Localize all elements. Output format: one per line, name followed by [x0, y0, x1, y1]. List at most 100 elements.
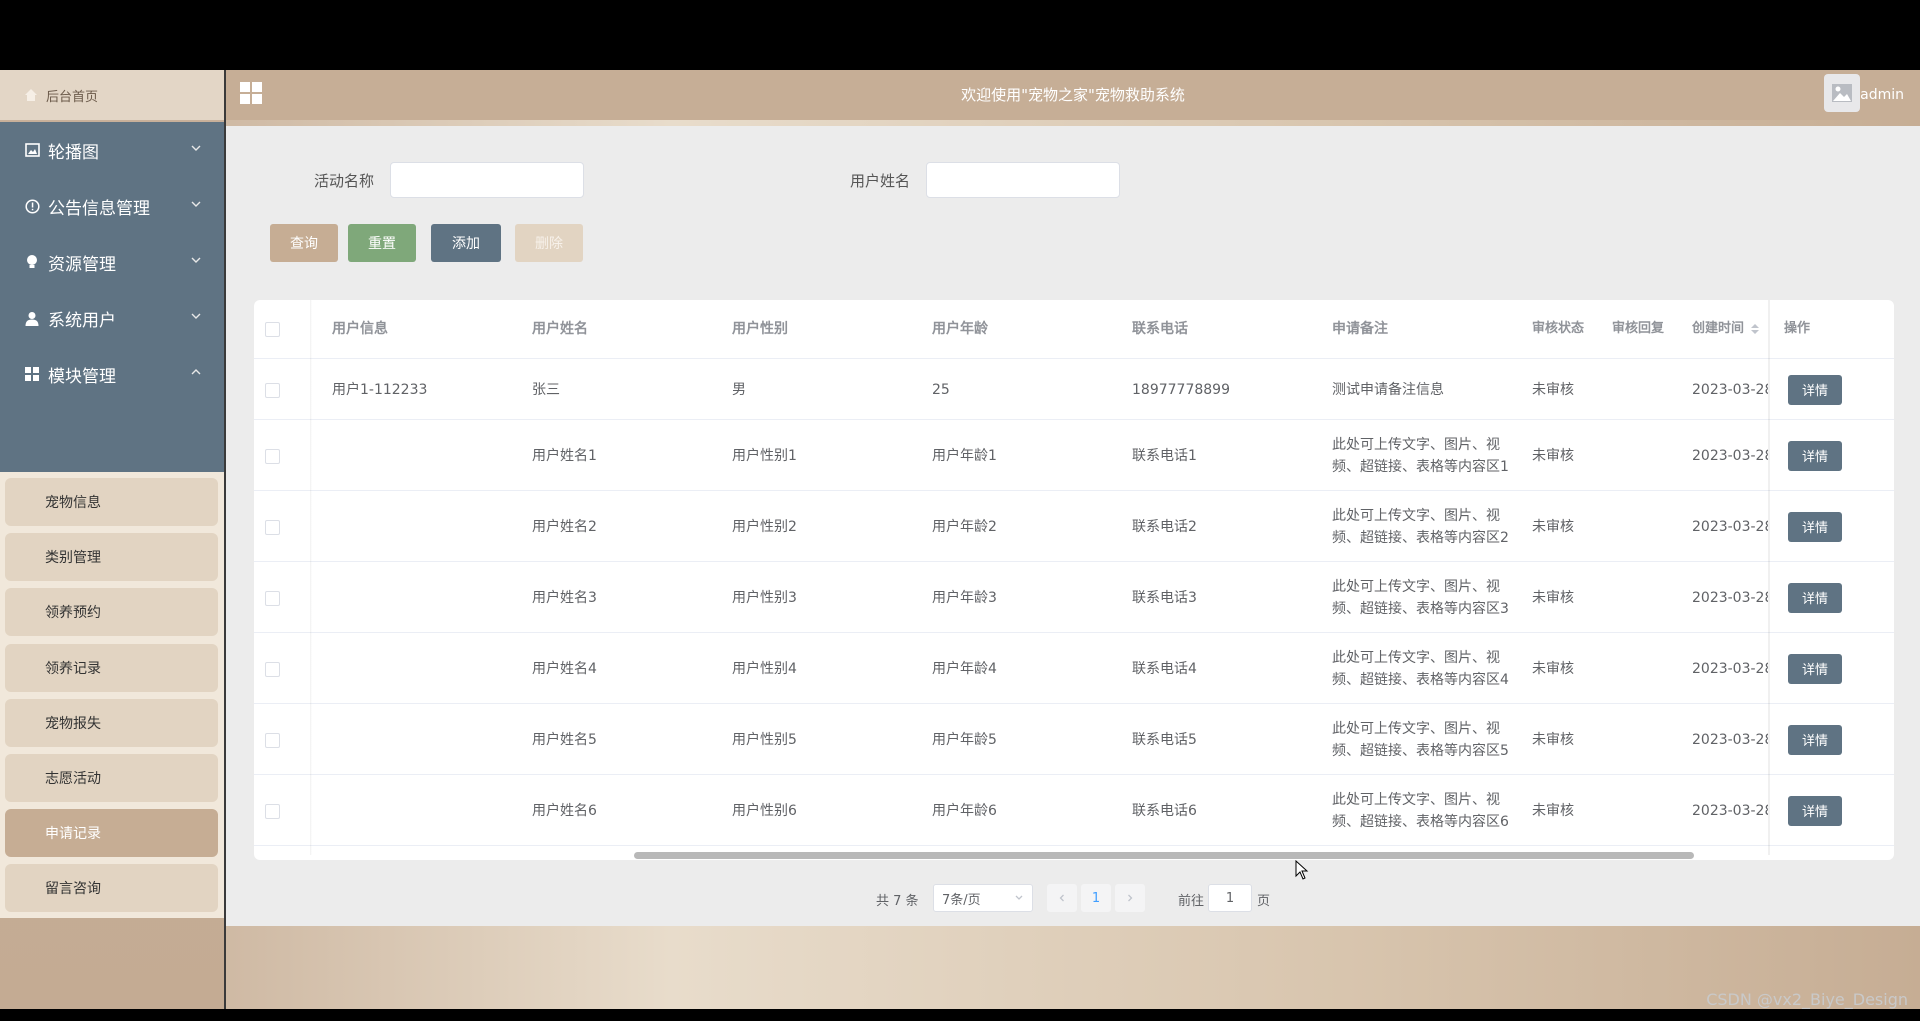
- cell-gender: 用户性别3: [732, 589, 797, 606]
- prev-page-button[interactable]: [1047, 884, 1077, 912]
- cell-remark: 此处可上传文字、图片、视频、超链接、表格等内容区2: [1332, 507, 1509, 546]
- add-button[interactable]: 添加: [431, 224, 501, 262]
- detail-button[interactable]: 详情: [1788, 511, 1842, 542]
- detail-button[interactable]: 详情: [1788, 724, 1842, 755]
- cell-phone: 联系电话2: [1132, 518, 1197, 535]
- page-size-select[interactable]: 7条/页: [933, 884, 1033, 912]
- screen-bottom-bar: [0, 1009, 1920, 1021]
- sidebar-item-label: 资源管理: [48, 254, 116, 275]
- cell-gender: 男: [732, 381, 746, 398]
- detail-button[interactable]: 详情: [1788, 440, 1842, 471]
- cell-status: 未审核: [1532, 447, 1574, 464]
- pagination-total: 共 7 条: [876, 894, 919, 909]
- cell-name: 用户姓名3: [532, 589, 597, 606]
- table-row: 用户姓名6 用户性别6 用户年龄6 联系电话6 此处可上传文字、图片、视频、超链接、表格…: [254, 775, 1894, 846]
- cell-created: 2023-03-28 2: [1692, 518, 1768, 535]
- info-icon: [24, 198, 40, 214]
- cell-created: 2023-03-28 2: [1692, 381, 1768, 398]
- chevron-right-icon: [1128, 894, 1133, 902]
- row-checkbox[interactable]: [265, 661, 280, 677]
- submenu-pet-lost[interactable]: 宠物报失: [5, 699, 218, 747]
- column-header-sortable[interactable]: 创建时间: [1692, 300, 1760, 358]
- sidebar-item-notice[interactable]: 公告信息管理: [0, 178, 224, 234]
- goto-page-input[interactable]: [1208, 884, 1252, 912]
- cell-name: 用户姓名1: [532, 447, 597, 464]
- cell-status: 未审核: [1532, 660, 1574, 677]
- cell-created: 2023-03-28 2: [1692, 660, 1768, 677]
- page-size-value: 7条/页: [942, 892, 981, 908]
- cell-created: 2023-03-28 2: [1692, 802, 1768, 819]
- row-checkbox[interactable]: [265, 519, 280, 535]
- row-checkbox[interactable]: [265, 803, 280, 819]
- cell-status: 未审核: [1532, 381, 1574, 398]
- query-button[interactable]: 查询: [270, 224, 338, 262]
- submenu-adoption-booking[interactable]: 领养预约: [5, 588, 218, 636]
- reset-button[interactable]: 重置: [348, 224, 416, 262]
- cell-age: 25: [932, 381, 950, 398]
- application-table: 用户信息 用户姓名 用户性别 用户年龄 联系电话 申请备注 审核状态 审核回复 …: [254, 300, 1894, 860]
- submenu-messages[interactable]: 留言咨询: [5, 864, 218, 912]
- chevron-left-icon: [1059, 894, 1064, 902]
- column-header: 用户年龄: [932, 321, 988, 337]
- activity-name-label: 活动名称: [314, 172, 375, 190]
- row-checkbox[interactable]: [265, 448, 280, 464]
- detail-button[interactable]: 详情: [1788, 653, 1842, 684]
- submenu-pet-info[interactable]: 宠物信息: [5, 478, 218, 526]
- sidebar-item-modules[interactable]: 模块管理: [0, 346, 224, 402]
- row-checkbox[interactable]: [265, 732, 280, 748]
- page-number-current[interactable]: 1: [1081, 884, 1111, 912]
- detail-button[interactable]: 详情: [1788, 374, 1842, 405]
- username[interactable]: admin: [1860, 70, 1904, 120]
- submenu-label: 留言咨询: [45, 881, 101, 897]
- cell-age: 用户年龄1: [932, 447, 997, 464]
- sidebar-item-label: 公告信息管理: [48, 198, 150, 219]
- next-page-button[interactable]: [1115, 884, 1145, 912]
- submenu-label: 领养预约: [45, 605, 101, 621]
- goto-suffix: 页: [1257, 894, 1271, 909]
- column-header: 审核回复: [1612, 321, 1665, 336]
- table-row: 用户1-112233 张三 男 25 18977778899 测试申请备注信息 未审核 202…: [254, 359, 1894, 420]
- submenu-label: 领养记录: [45, 661, 101, 677]
- detail-button[interactable]: 详情: [1788, 795, 1842, 826]
- cell-phone: 联系电话4: [1132, 660, 1197, 677]
- cell-created: 2023-03-28 2: [1692, 447, 1768, 464]
- bulb-icon: [24, 254, 40, 270]
- submenu-category[interactable]: 类别管理: [5, 533, 218, 581]
- screen-top-bar: [0, 0, 1920, 70]
- table-row: 用户姓名4 用户性别4 用户年龄4 联系电话4 此处可上传文字、图片、视频、超链接、表格…: [254, 633, 1894, 704]
- sidebar-item-system-users[interactable]: 系统用户: [0, 290, 224, 346]
- cell-status: 未审核: [1532, 731, 1574, 748]
- sidebar-item-resources[interactable]: 资源管理: [0, 234, 224, 290]
- cell-remark: 此处可上传文字、图片、视频、超链接、表格等内容区5: [1332, 720, 1509, 759]
- mouse-cursor-icon: [1295, 860, 1309, 880]
- app-root: 后台首页 轮播图 公告信息管理 资源管理 系统用户 模块管理 宠物信息 类别管理…: [0, 70, 1920, 1009]
- username-label: 用户姓名: [850, 172, 911, 190]
- activity-name-input[interactable]: [390, 162, 584, 198]
- table-row: 用户姓名1 用户性别1 用户年龄1 联系电话1 此处可上传文字、图片、视频、超链接、表格…: [254, 420, 1894, 491]
- sidebar-item-label: 轮播图: [48, 142, 99, 163]
- row-checkbox[interactable]: [265, 590, 280, 606]
- avatar[interactable]: [1824, 74, 1860, 112]
- row-checkbox[interactable]: [265, 382, 280, 398]
- sidebar-home[interactable]: 后台首页: [0, 70, 224, 120]
- sort-icon[interactable]: [1750, 323, 1760, 335]
- submenu-adoption-record[interactable]: 领养记录: [5, 644, 218, 692]
- cell-remark: 测试申请备注信息: [1332, 381, 1444, 398]
- detail-button[interactable]: 详情: [1788, 582, 1842, 613]
- chevron-down-icon: [191, 313, 201, 319]
- cell-name: 张三: [532, 381, 560, 398]
- cell-name: 用户姓名5: [532, 731, 597, 748]
- chevron-up-icon: [191, 369, 201, 375]
- submenu-volunteer[interactable]: 志愿活动: [5, 754, 218, 802]
- sidebar: 后台首页 轮播图 公告信息管理 资源管理 系统用户 模块管理 宠物信息 类别管理…: [0, 70, 226, 1009]
- delete-button[interactable]: 删除: [515, 224, 583, 262]
- sidebar-item-carousel[interactable]: 轮播图: [0, 122, 224, 178]
- sidebar-menu: 轮播图 公告信息管理 资源管理 系统用户 模块管理: [0, 122, 224, 472]
- cell-age: 用户年龄3: [932, 589, 997, 606]
- submenu-application-record[interactable]: 申请记录: [5, 809, 218, 857]
- cell-created: 2023-03-28 2: [1692, 731, 1768, 748]
- select-all-checkbox[interactable]: [265, 322, 280, 337]
- horizontal-scrollbar[interactable]: [634, 852, 1694, 859]
- cell-phone: 联系电话6: [1132, 802, 1197, 819]
- username-input[interactable]: [926, 162, 1120, 198]
